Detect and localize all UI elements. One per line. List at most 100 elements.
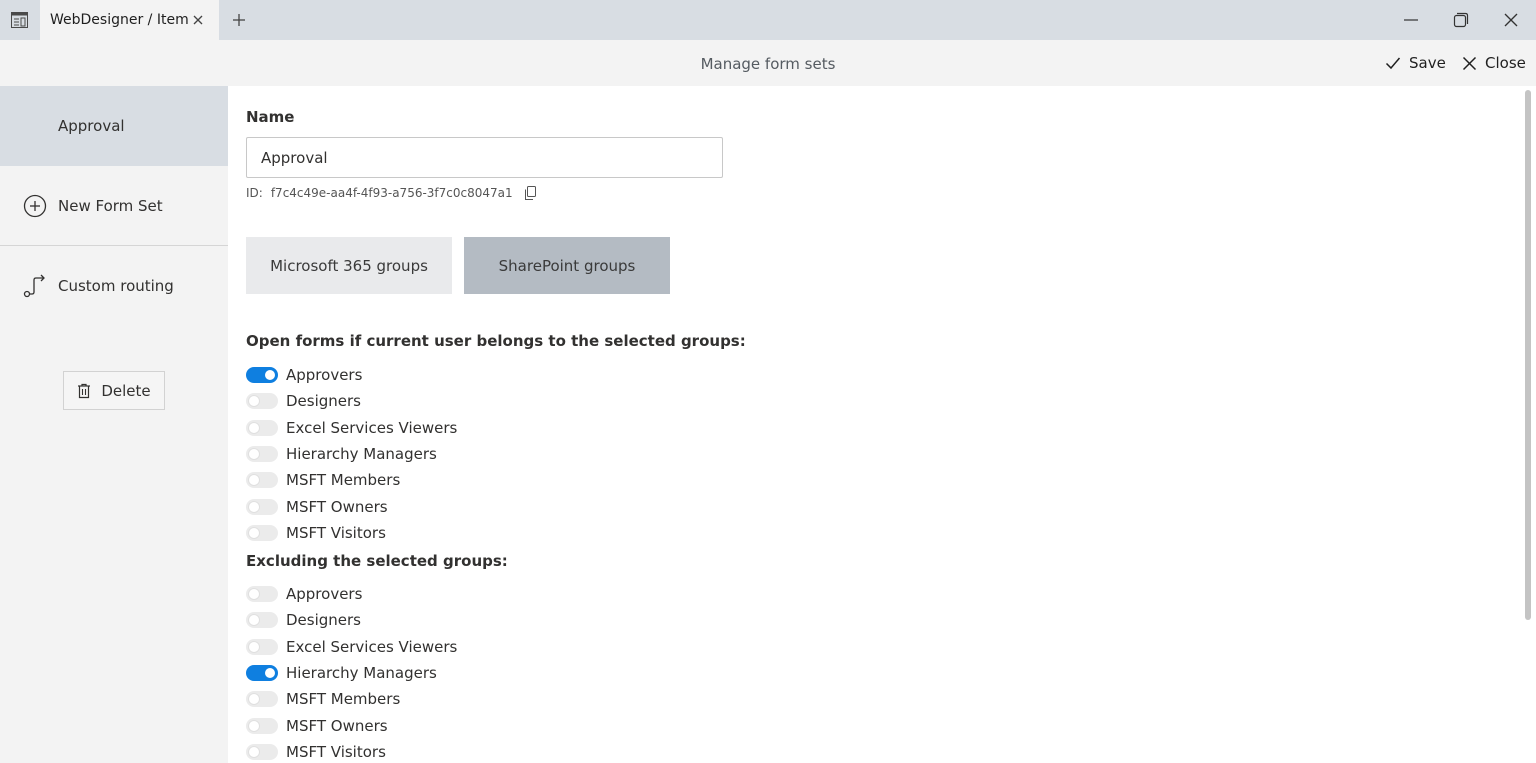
copy-icon[interactable] xyxy=(523,186,537,200)
trash-icon xyxy=(78,383,91,398)
toggle-switch[interactable] xyxy=(246,498,278,515)
group-label: Hierarchy Managers xyxy=(286,664,437,683)
group-label: MSFT Owners xyxy=(286,497,388,516)
checkmark-icon xyxy=(1385,57,1401,70)
id-label: ID: xyxy=(246,186,263,200)
toggle-switch[interactable] xyxy=(246,612,278,629)
name-input[interactable] xyxy=(246,137,723,178)
id-value: f7c4c49e-aa4f-4f93-a756-3f7c0c8047a1 xyxy=(270,186,513,200)
routing-icon xyxy=(23,274,45,298)
group-toggle-row[interactable]: Designers xyxy=(246,388,457,414)
group-label: MSFT Members xyxy=(286,690,401,709)
toggle-knob xyxy=(249,615,259,626)
toggle-knob xyxy=(265,370,275,381)
group-toggle-row[interactable]: MSFT Visitors xyxy=(246,520,457,546)
title-bar: WebDesigner / Item xyxy=(0,0,1536,40)
toggle-knob xyxy=(249,746,259,757)
sidebar-item-approval[interactable]: Approval xyxy=(0,86,228,166)
close-icon xyxy=(1462,56,1477,70)
toggle-knob xyxy=(249,720,259,731)
toggle-knob xyxy=(249,641,259,652)
restore-button[interactable] xyxy=(1436,0,1486,40)
close-icon xyxy=(1504,13,1518,27)
group-label: MSFT Visitors xyxy=(286,742,386,761)
group-toggle-row[interactable]: Excel Services Viewers xyxy=(246,634,457,660)
group-label: Excel Services Viewers xyxy=(286,637,458,656)
restore-icon xyxy=(1453,12,1469,28)
toggle-switch[interactable] xyxy=(246,665,278,682)
tab-title: WebDesigner / Item xyxy=(50,12,189,28)
toggle-knob xyxy=(249,589,259,600)
toggle-switch[interactable] xyxy=(246,446,278,463)
toggle-switch[interactable] xyxy=(246,717,278,734)
toggle-switch[interactable] xyxy=(246,743,278,760)
group-toggle-row[interactable]: MSFT Visitors xyxy=(246,739,457,763)
browser-tab[interactable]: WebDesigner / Item xyxy=(40,0,219,40)
group-label: Hierarchy Managers xyxy=(286,445,437,464)
header-bar: Manage form sets Save Close xyxy=(0,40,1536,86)
include-groups-title: Open forms if current user belongs to th… xyxy=(246,332,746,350)
toggle-switch[interactable] xyxy=(246,638,278,655)
window-close-button[interactable] xyxy=(1486,0,1536,40)
close-label: Close xyxy=(1485,54,1526,72)
toggle-switch[interactable] xyxy=(246,691,278,708)
toggle-knob xyxy=(249,694,259,705)
group-label: MSFT Members xyxy=(286,471,401,490)
close-icon[interactable] xyxy=(191,13,205,27)
plus-circle-icon xyxy=(23,194,47,218)
group-toggle-row[interactable]: Excel Services Viewers xyxy=(246,415,457,441)
sidebar-item-label: New Form Set xyxy=(58,197,163,215)
save-label: Save xyxy=(1409,54,1446,72)
toggle-switch[interactable] xyxy=(246,393,278,410)
toggle-knob xyxy=(249,475,259,486)
sidebar-item-custom-routing[interactable]: Custom routing xyxy=(0,246,228,326)
sidebar-item-label: Approval xyxy=(58,117,125,135)
tab-sharepoint-groups[interactable]: SharePoint groups xyxy=(464,237,670,294)
group-label: Designers xyxy=(286,611,361,630)
group-label: MSFT Owners xyxy=(286,716,388,735)
group-toggle-row[interactable]: Hierarchy Managers xyxy=(246,441,457,467)
group-label: Excel Services Viewers xyxy=(286,418,458,437)
vertical-scrollbar[interactable] xyxy=(1525,90,1531,620)
include-groups-list: Approvers Designers Excel Services Viewers… xyxy=(246,362,457,546)
name-label: Name xyxy=(246,108,295,126)
toggle-switch[interactable] xyxy=(246,367,278,384)
toggle-knob xyxy=(249,449,259,460)
delete-button[interactable]: Delete xyxy=(63,371,165,410)
toggle-knob xyxy=(249,396,259,407)
group-toggle-row[interactable]: Hierarchy Managers xyxy=(246,660,457,686)
tab-microsoft-365-groups[interactable]: Microsoft 365 groups xyxy=(246,237,452,294)
group-label: Designers xyxy=(286,392,361,411)
toggle-switch[interactable] xyxy=(246,586,278,603)
group-toggle-row[interactable]: MSFT Members xyxy=(246,467,457,493)
group-toggle-row[interactable]: Approvers xyxy=(246,362,457,388)
group-toggle-row[interactable]: MSFT Owners xyxy=(246,493,457,519)
toggle-switch[interactable] xyxy=(246,472,278,489)
sidebar-item-new-form-set[interactable]: New Form Set xyxy=(0,166,228,246)
minimize-icon xyxy=(1404,19,1418,21)
toggle-knob xyxy=(265,668,275,679)
group-toggle-row[interactable]: Designers xyxy=(246,607,457,633)
minimize-button[interactable] xyxy=(1386,0,1436,40)
toggle-knob xyxy=(249,527,259,538)
app-window-icon[interactable] xyxy=(11,12,28,28)
toggle-switch[interactable] xyxy=(246,419,278,436)
plus-icon[interactable] xyxy=(230,11,248,29)
close-button[interactable]: Close xyxy=(1462,52,1526,74)
sidebar-item-label: Custom routing xyxy=(58,277,174,295)
save-button[interactable]: Save xyxy=(1385,52,1446,74)
toggle-knob xyxy=(249,422,259,433)
delete-label: Delete xyxy=(101,381,151,400)
exclude-groups-title: Excluding the selected groups: xyxy=(246,552,508,570)
group-label: Approvers xyxy=(286,366,363,385)
group-toggle-row[interactable]: MSFT Members xyxy=(246,686,457,712)
toggle-switch[interactable] xyxy=(246,524,278,541)
group-toggle-row[interactable]: MSFT Owners xyxy=(246,712,457,738)
group-label: MSFT Visitors xyxy=(286,523,386,542)
exclude-groups-list: Approvers Designers Excel Services Viewers… xyxy=(246,581,457,763)
sidebar: Approval New Form Set Custom routing Del… xyxy=(0,86,228,763)
id-row: ID: f7c4c49e-aa4f-4f93-a756-3f7c0c8047a1 xyxy=(246,185,537,201)
toggle-knob xyxy=(249,501,259,512)
group-toggle-row[interactable]: Approvers xyxy=(246,581,457,607)
main-panel: Name ID: f7c4c49e-aa4f-4f93-a756-3f7c0c8… xyxy=(228,86,1536,763)
